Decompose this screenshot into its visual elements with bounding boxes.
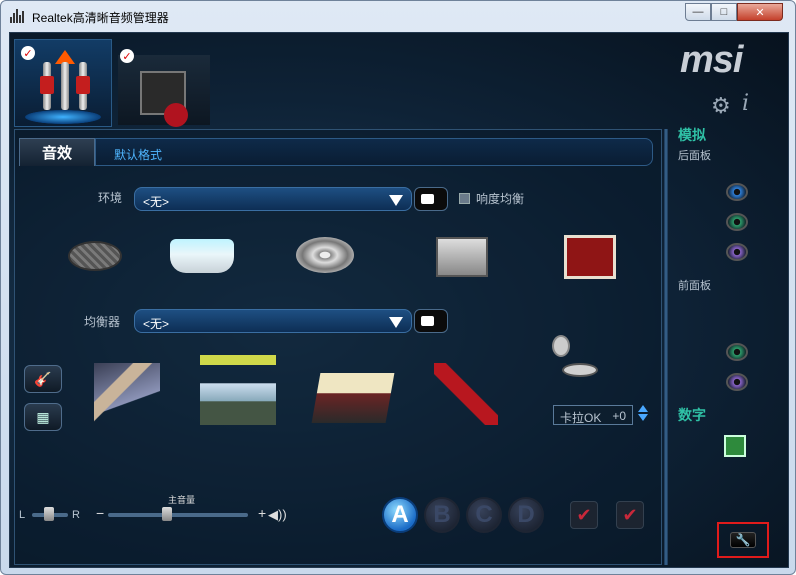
apply-check-button[interactable]: ✔ (570, 501, 598, 529)
panel-divider (664, 129, 668, 565)
microphone-icon (552, 335, 570, 357)
title-bar[interactable]: Realtek高清晰音频管理器 — □ ✕ (1, 1, 795, 31)
profile-a-button[interactable]: A (382, 497, 418, 533)
volume-minus-icon: − (96, 505, 105, 521)
spin-down-icon[interactable] (638, 414, 648, 421)
tab-default-format-bar[interactable]: 默认格式 (95, 138, 653, 166)
equalizer-label: 均衡器 (84, 315, 121, 329)
equalizer-value: <无> (143, 317, 170, 331)
gear-icon[interactable]: ⚙ (711, 93, 731, 119)
environment-label: 环境 (98, 191, 123, 205)
active-glow (25, 110, 101, 124)
environment-reset-toggle[interactable] (414, 187, 448, 211)
check-icon: ✔ (576, 504, 592, 525)
app-window: Realtek高清晰音频管理器 — □ ✕ ✓ ✓ msi ⚙ i 音效 默认格… (0, 0, 796, 575)
front-panel-label: 前面板 (678, 280, 711, 292)
dropdown-arrow-icon (389, 195, 403, 206)
cable-end-icon (164, 103, 188, 127)
tab-sound-effects[interactable]: 音效 (19, 138, 95, 166)
front-jack-headphone[interactable] (726, 343, 748, 361)
equalizer-app-icon (10, 9, 26, 23)
lips-icon (562, 363, 598, 377)
eq-preset-club[interactable] (311, 373, 395, 423)
balance-right-label: R (72, 509, 80, 521)
device-tab-digital[interactable]: ✓ (118, 49, 210, 127)
env-preset-room[interactable] (436, 237, 488, 277)
loudness-checkbox[interactable] (459, 193, 470, 204)
plug-ring-icon (76, 76, 90, 94)
msi-logo: msi (680, 39, 743, 81)
advanced-settings-button[interactable]: 🔧 (717, 522, 769, 558)
check-icon: ✔ (622, 504, 638, 525)
rear-jack-line-in[interactable] (726, 183, 748, 201)
env-preset-bathroom[interactable] (170, 239, 234, 273)
guitar-mode-button[interactable]: 🎸 (24, 365, 62, 393)
environment-value: <无> (143, 195, 170, 209)
rca-plug-icon (61, 62, 69, 110)
karaoke-spinner[interactable] (638, 403, 650, 425)
device-tab-speakers[interactable]: ✓ (14, 39, 112, 127)
window-title: Realtek高清晰音频管理器 (32, 11, 169, 25)
plug-ring-icon (40, 76, 54, 94)
profile-c-button[interactable]: C (466, 497, 502, 533)
tab-default-format[interactable]: 默认格式 (114, 146, 162, 163)
spin-up-icon[interactable] (638, 405, 648, 412)
balance-slider-thumb[interactable] (44, 507, 54, 521)
balance-left-label: L (19, 509, 26, 521)
front-jack-mic[interactable] (726, 373, 748, 391)
wrench-icon: 🔧 (730, 532, 756, 548)
karaoke-value: +0 (612, 409, 626, 423)
dropdown-arrow-icon (389, 317, 403, 328)
digital-section-label: 数字 (678, 407, 706, 423)
equalizer-dropdown[interactable]: <无> (134, 309, 412, 333)
loudness-label: 响度均衡 (476, 192, 525, 206)
karaoke-field[interactable]: 卡拉OK +0 (553, 405, 633, 425)
close-button[interactable]: ✕ (737, 3, 783, 21)
env-preset-sewer[interactable] (68, 241, 122, 271)
eq-preset-pop[interactable] (94, 363, 160, 425)
check-icon: ✓ (21, 46, 35, 60)
rear-jack-mic[interactable] (726, 243, 748, 261)
eq-preset-rock[interactable] (434, 363, 498, 425)
speaker-icon[interactable]: ◀)) (268, 507, 287, 523)
eq-preset-live[interactable] (200, 355, 276, 425)
rear-panel-label: 后面板 (678, 150, 711, 162)
maximize-button[interactable]: □ (711, 3, 737, 21)
env-preset-stadium[interactable] (296, 237, 354, 273)
eq-preset-karaoke[interactable] (548, 335, 600, 389)
optical-port-icon[interactable] (724, 435, 746, 457)
main-volume-thumb[interactable] (162, 507, 172, 521)
reset-check-button[interactable]: ✔ (616, 501, 644, 529)
karaoke-label: 卡拉OK (560, 411, 602, 425)
profile-b-button[interactable]: B (424, 497, 460, 533)
check-icon: ✓ (120, 49, 134, 63)
analog-section-label: 模拟 (678, 127, 706, 143)
equalizer-reset-toggle[interactable] (414, 309, 448, 333)
main-volume-slider[interactable] (108, 513, 248, 517)
main-volume-label: 主音量 (168, 495, 196, 505)
client-area: ✓ ✓ msi ⚙ i 音效 默认格式 环境 <无> 响度均衡 均衡器 <无> … (9, 32, 789, 568)
guitar-icon: 🎸 (34, 370, 52, 387)
environment-dropdown[interactable]: <无> (134, 187, 412, 211)
equalizer-grid-icon: ▦ (36, 408, 50, 425)
volume-plus-icon: + (258, 505, 267, 521)
rear-jack-line-out[interactable] (726, 213, 748, 231)
env-preset-theater[interactable] (564, 235, 616, 279)
profile-d-button[interactable]: D (508, 497, 544, 533)
minimize-button[interactable]: — (685, 3, 711, 21)
info-icon[interactable]: i (742, 91, 749, 116)
graphic-eq-button[interactable]: ▦ (24, 403, 62, 431)
